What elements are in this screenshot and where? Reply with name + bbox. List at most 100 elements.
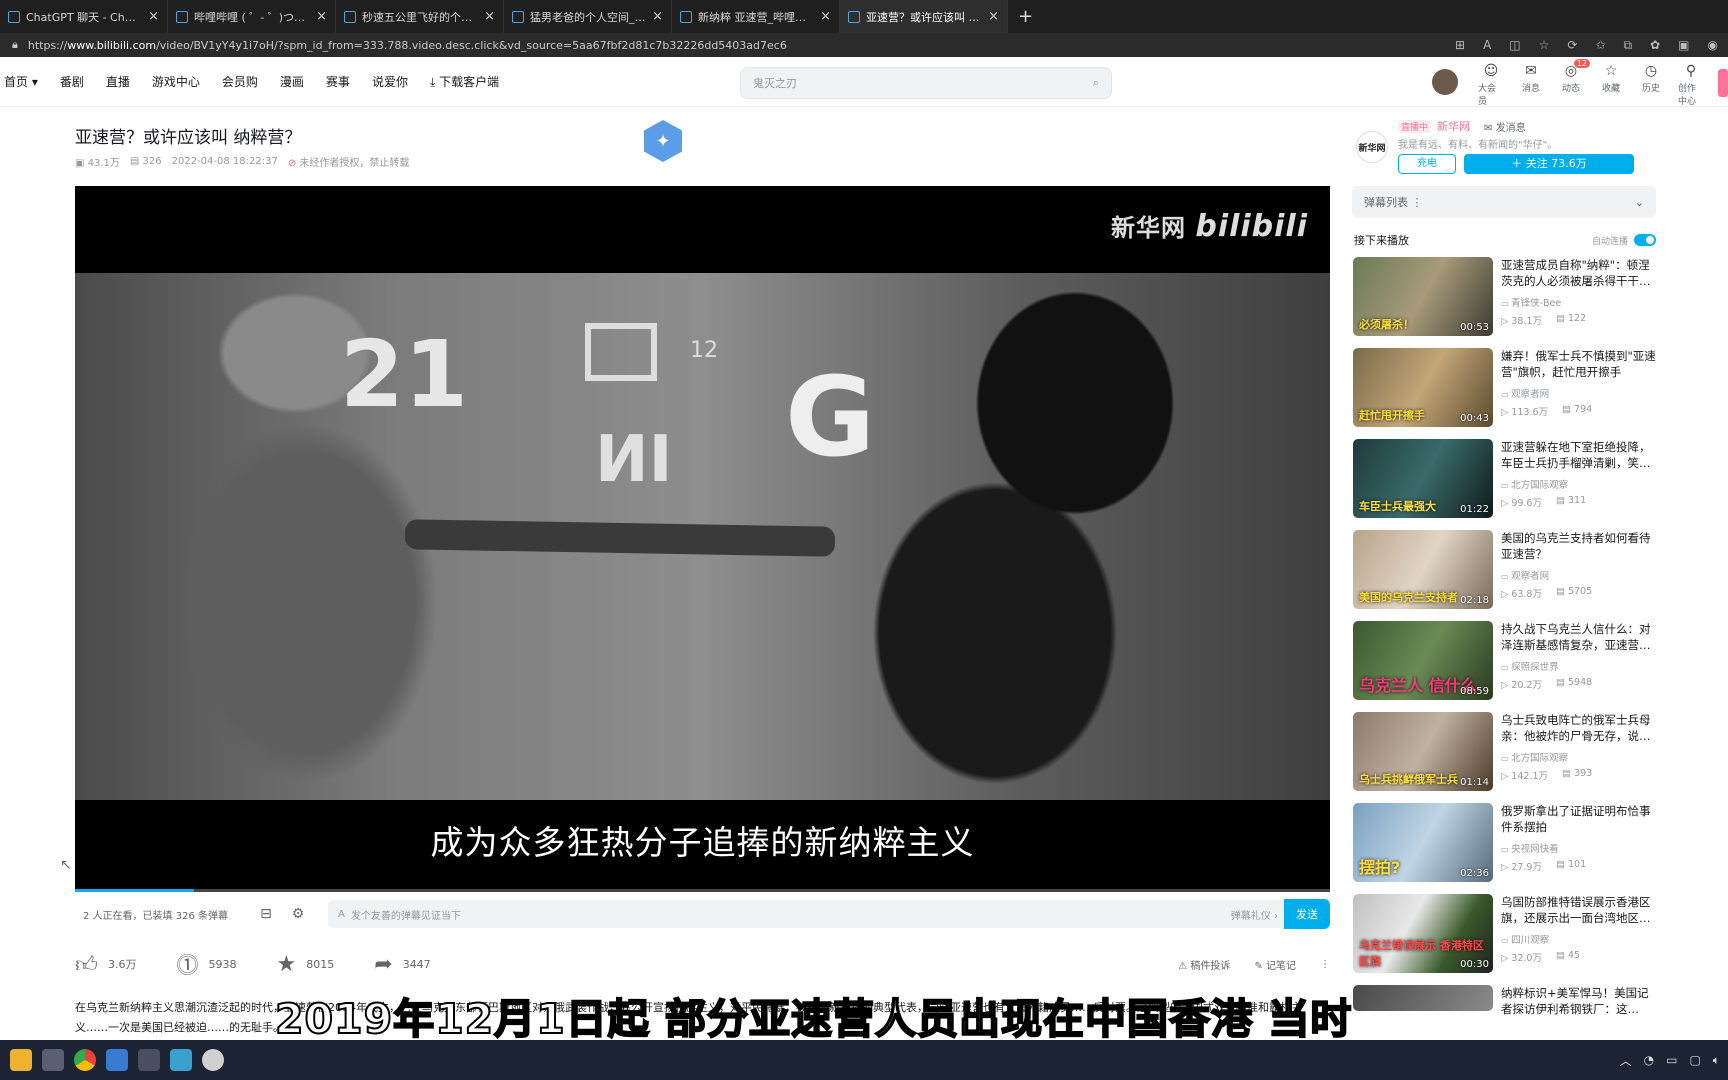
upload-button[interactable]: [1718, 69, 1728, 97]
avatar[interactable]: [1432, 69, 1458, 95]
uploader-name[interactable]: 新华网: [1437, 118, 1470, 134]
video-thumbnail[interactable]: 乌士兵挑衅俄军士兵 01:14: [1353, 712, 1493, 791]
nav-home[interactable]: 首页 ▾: [4, 73, 38, 90]
extensions-icon[interactable]: ✿: [1650, 38, 1660, 53]
browser-tab[interactable]: 猛男老爸的个人空间_哔哩哔哩_bi×: [504, 0, 672, 33]
profile-icon[interactable]: ◉: [1708, 38, 1718, 53]
search-box[interactable]: 鬼灭之刃 ⌕: [740, 67, 1112, 99]
list-item[interactable]: 摆拍?02:36 俄罗斯拿出了证据证明布恰事件系摆拍央视网快看27.9万101: [1353, 803, 1657, 894]
video-thumbnail[interactable]: 美国的乌克兰支持者 02:18: [1353, 530, 1493, 609]
send-message-link[interactable]: ✉ 发消息: [1484, 119, 1526, 134]
video-thumbnail[interactable]: [1353, 985, 1493, 1011]
video-thumbnail[interactable]: 乌克兰人 信什么 08:59: [1353, 621, 1493, 700]
close-icon[interactable]: ×: [316, 9, 327, 24]
volume-icon[interactable]: 🔈︎: [1713, 1053, 1720, 1068]
list-item[interactable]: 车臣士兵最强大01:22 亚速营躲在地下室拒绝投降，车臣士兵扔手榴弹清剿，笑…北…: [1353, 439, 1657, 530]
autoplay-toggle[interactable]: [1634, 234, 1656, 246]
list-item[interactable]: 乌克兰错误展示 香港特区区旗 00:30 乌国防部推特错误展示香港区旗，还展示出一…: [1353, 894, 1657, 985]
more-icon[interactable]: ⋮: [1320, 959, 1330, 970]
browser-tab[interactable]: 新纳粹 亚速营_哔哩哔哩_bilibili×: [672, 0, 840, 33]
chatgpt-icon[interactable]: [202, 1049, 224, 1071]
read-aloud-icon[interactable]: A: [1483, 38, 1491, 53]
new-tab-button[interactable]: +: [1008, 0, 1043, 33]
list-item[interactable]: 美国的乌克兰支持者02:18 美国的乌克兰支持者如何看待亚速营？观察者网63.8…: [1353, 530, 1657, 621]
close-icon[interactable]: ×: [652, 9, 663, 24]
favorites-bar-icon[interactable]: ✩: [1595, 38, 1605, 53]
search-input[interactable]: 鬼灭之刃: [753, 75, 1093, 91]
nav-favorites[interactable]: ☆ 收藏: [1598, 63, 1624, 94]
close-icon[interactable]: ×: [988, 9, 999, 24]
nav-download-client[interactable]: ⤓ 下载客户端: [430, 73, 499, 90]
nav-vip[interactable]: ☺ 大会员: [1478, 63, 1504, 107]
list-item[interactable]: 乌士兵挑衅俄军士兵 01:14 乌士兵致电阵亡的俄军士兵母亲：他被炸的尸骨无存，说…: [1353, 712, 1657, 803]
apps-icon[interactable]: ⊞: [1455, 38, 1465, 53]
close-icon[interactable]: ×: [820, 9, 831, 24]
nav-esports[interactable]: 赛事: [326, 73, 350, 90]
wifi-icon[interactable]: ▢: [1689, 1053, 1700, 1067]
address-bar[interactable]: 🔒︎ https://www.bilibili.com/video/BV1yY4…: [0, 33, 1728, 57]
video-thumbnail[interactable]: 赶忙甩开擦手 00:43: [1353, 348, 1493, 427]
nav-dynamics[interactable]: ◎ 12 动态: [1558, 59, 1590, 94]
coin-button[interactable]: ⓵ 5938: [177, 948, 237, 980]
video-thumbnail[interactable]: 车臣士兵最强大 01:22: [1353, 439, 1493, 518]
chevron-up-icon[interactable]: ︿: [1620, 1052, 1632, 1069]
browser-tab-active[interactable]: 亚速营？或许应该叫 纳粹营？_哔×: [840, 0, 1008, 33]
favorite-button[interactable]: ★ 8015: [277, 952, 335, 977]
wallet-icon[interactable]: ▣: [1678, 38, 1689, 53]
danmaku-list-dropdown[interactable]: 弹幕列表 ⋮ ⌄: [1352, 186, 1656, 218]
close-icon[interactable]: ×: [148, 9, 159, 24]
video-thumbnail[interactable]: 摆拍? 02:36: [1353, 803, 1493, 882]
chrome-icon[interactable]: [74, 1049, 96, 1071]
notes-button[interactable]: ✎ 记笔记: [1254, 957, 1296, 972]
progress-bar[interactable]: [75, 889, 1330, 892]
send-button[interactable]: 发送: [1284, 899, 1330, 929]
charge-button[interactable]: 充电: [1398, 154, 1456, 174]
close-icon[interactable]: ×: [484, 9, 495, 24]
video-player[interactable]: 新华网 bilibili 21 12 ИI G 成为众多狂热分子追捧的新纳粹主义: [75, 186, 1330, 892]
uploader-signature: 我是有远、有料、有新闻的"华仔"。: [1398, 140, 1558, 151]
video-thumbnail[interactable]: 乌克兰错误展示 香港特区区旗 00:30: [1353, 894, 1493, 973]
browser-tab[interactable]: ChatGPT 聊天 - ChatGPT v3.5×: [0, 0, 168, 33]
uploader-avatar[interactable]: 新华网: [1356, 131, 1388, 163]
danmaku-input[interactable]: A 发个友善的弹幕见证当下 弹幕礼仪 ›: [328, 900, 1288, 928]
display-icon[interactable]: ▭: [1666, 1053, 1677, 1067]
nav-promo[interactable]: 说爱你: [372, 73, 408, 90]
view-count: ▣ 43.1万: [75, 158, 120, 169]
nav-manga[interactable]: 漫画: [280, 73, 304, 90]
danmaku-etiquette-link[interactable]: 弹幕礼仪 ›: [1231, 907, 1288, 922]
nav-anime[interactable]: 番剧: [60, 73, 84, 90]
danmaku-toggle-icon[interactable]: ⊟: [250, 906, 282, 922]
nav-game-center[interactable]: 游戏中心: [152, 73, 200, 90]
nav-messages[interactable]: ✉ 消息: [1518, 63, 1544, 94]
danmaku-settings-icon[interactable]: ⚙: [282, 906, 314, 922]
url-text[interactable]: https://www.bilibili.com/video/BV1yY4y1i…: [28, 39, 1455, 52]
chevron-down-icon: ⌄: [1634, 195, 1644, 209]
favorite-icon[interactable]: ☆: [1539, 38, 1550, 53]
collections-icon[interactable]: ⧉: [1624, 38, 1633, 53]
list-item[interactable]: 赶忙甩开擦手00:43 嫌弃！俄军士兵不慎摸到"亚速营"旗帜，赶忙甩开擦手观察者…: [1353, 348, 1657, 439]
list-item[interactable]: 乌克兰人 信什么 08:59 持久战下乌克兰人信什么：对泽连斯基感情复杂，亚速营……: [1353, 621, 1657, 712]
notepad-icon[interactable]: [170, 1049, 192, 1071]
nav-live[interactable]: 直播: [106, 73, 130, 90]
browser-tab[interactable]: 秒速五公里飞好的个人空间_哔哩×: [336, 0, 504, 33]
search-icon[interactable]: ⌕: [1093, 76, 1099, 90]
video-thumbnail[interactable]: 必须屠杀！ 00:53: [1353, 257, 1493, 336]
text-style-icon[interactable]: A: [338, 909, 345, 920]
bird-app-icon[interactable]: [106, 1049, 128, 1071]
file-explorer-icon[interactable]: [10, 1049, 32, 1071]
refresh-icon[interactable]: ⟳: [1567, 38, 1577, 53]
list-item[interactable]: 必须屠杀！00:53 亚速营成员自称"纳粹"：顿涅茨克的人必须被屠杀得干干…青锋…: [1353, 257, 1657, 348]
shield-app-icon[interactable]: [138, 1049, 160, 1071]
network-icon[interactable]: ◔: [1644, 1053, 1654, 1067]
os-taskbar: ︿ ◔ ▭ ▢ 🔈︎: [0, 1040, 1728, 1080]
browser-tab[interactable]: 哔哩哔哩 ( ゜- ゜)つロ 干杯~-bili×: [168, 0, 336, 33]
split-screen-icon[interactable]: ◫: [1509, 38, 1520, 53]
report-button[interactable]: ⚠ 稿件投诉: [1178, 957, 1230, 972]
share-button[interactable]: ➦ 3447: [374, 952, 430, 977]
like-button[interactable]: 👍︎ 3.6万: [75, 951, 137, 978]
calendar-app-icon[interactable]: [42, 1049, 64, 1071]
nav-history[interactable]: ◷ 历史: [1638, 63, 1664, 94]
nav-mall[interactable]: 会员购: [222, 73, 258, 90]
follow-button[interactable]: ＋ 关注 73.6万: [1464, 154, 1634, 174]
nav-creator-center[interactable]: ⚲ 创作中心: [1678, 63, 1704, 107]
